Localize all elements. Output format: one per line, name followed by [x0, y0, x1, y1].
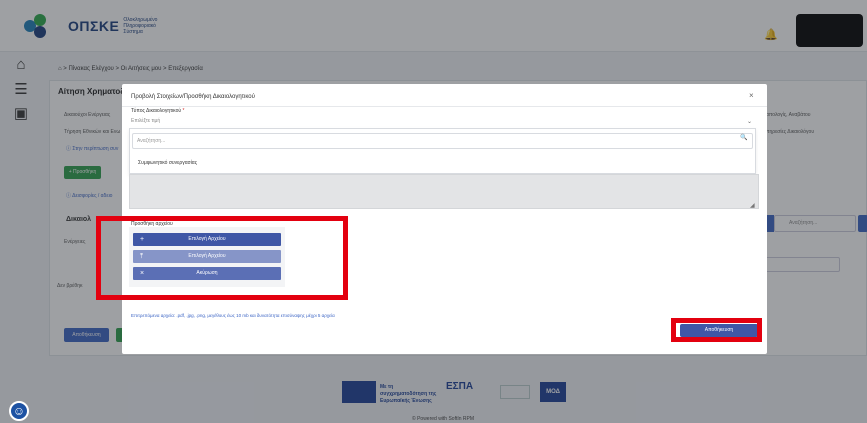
resize-handle-icon[interactable]: ◢ — [750, 202, 755, 209]
required-mark: * — [182, 108, 185, 114]
highlight-box-upload — [96, 216, 348, 300]
document-type-label: Τύπος Δικαιολογητικού * — [131, 108, 184, 114]
close-icon[interactable]: × — [749, 91, 754, 100]
description-textarea[interactable] — [129, 174, 759, 209]
document-type-select[interactable]: Επιλέξτε τιμή — [129, 116, 756, 126]
document-type-dropdown: Αναζήτηση... 🔍 Συμφωνητικό συνεργασίας — [129, 128, 756, 174]
accessibility-icon[interactable]: ☺ — [9, 401, 29, 421]
dropdown-search-input[interactable]: Αναζήτηση... — [132, 133, 753, 149]
dropdown-option[interactable]: Συμφωνητικό συνεργασίας — [138, 160, 197, 166]
document-type-label-text: Τύπος Δικαιολογητικού — [131, 108, 182, 114]
highlight-box-save — [671, 318, 762, 342]
modal-title: Προβολή Στοιχείων/Προσθήκη Δικαιολογητικ… — [131, 94, 255, 100]
search-icon: 🔍 — [740, 135, 748, 141]
allowed-files-note: Επιτρεπόμενα αρχεία: .pdf, .jpg, .png, μ… — [131, 313, 335, 318]
divider — [122, 106, 767, 107]
chevron-down-icon[interactable]: ⌄ — [747, 118, 752, 125]
